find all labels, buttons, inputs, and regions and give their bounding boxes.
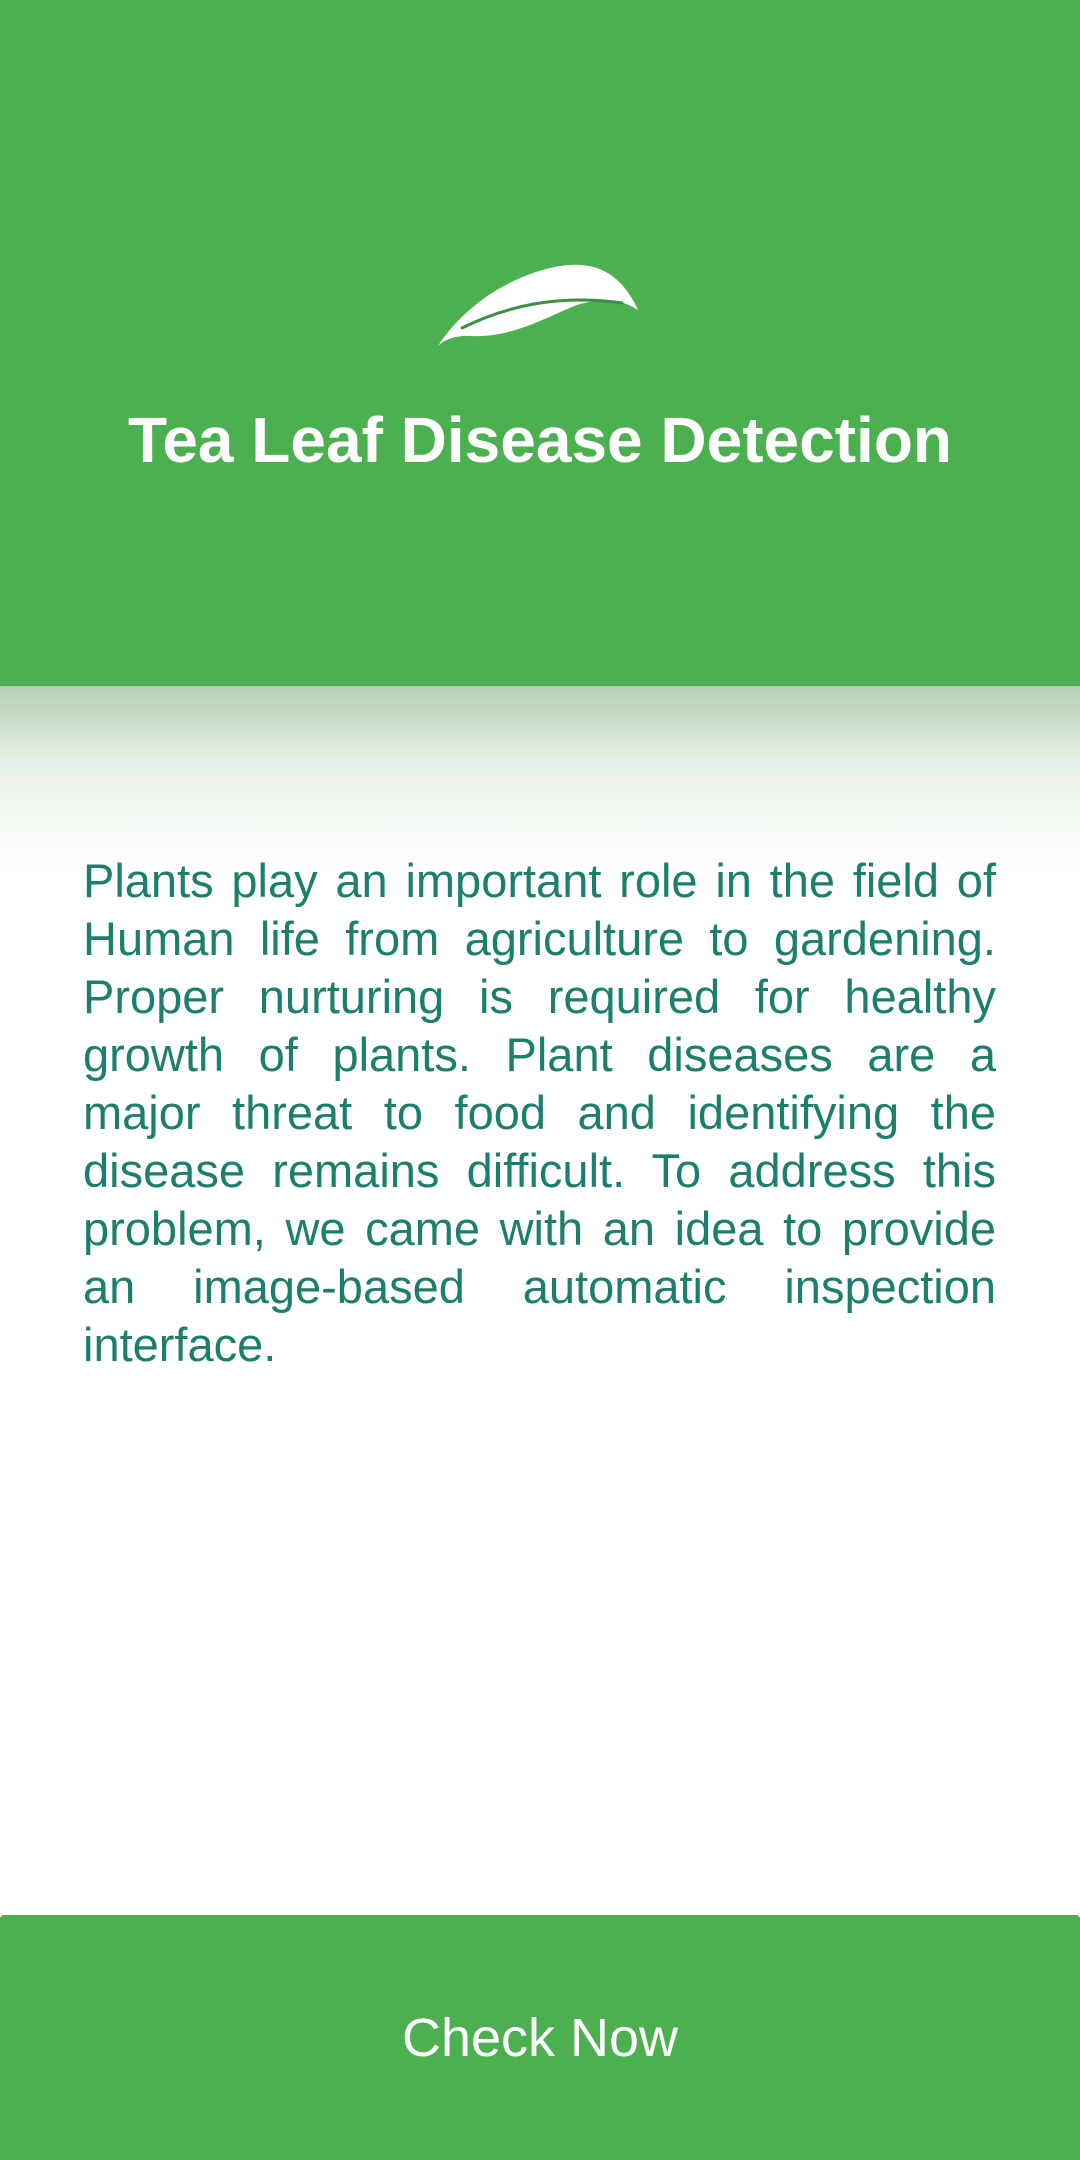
check-now-label: Check Now xyxy=(401,2007,679,2068)
header-shadow xyxy=(0,686,1080,876)
app-title: Tea Leaf Disease Detection xyxy=(127,404,953,476)
check-now-button[interactable]: Check Now xyxy=(0,1915,1080,2160)
app-header: Tea Leaf Disease Detection xyxy=(0,0,1080,686)
leaf-icon xyxy=(438,264,638,346)
description-text: Plants play an important role in the fie… xyxy=(83,854,996,1371)
